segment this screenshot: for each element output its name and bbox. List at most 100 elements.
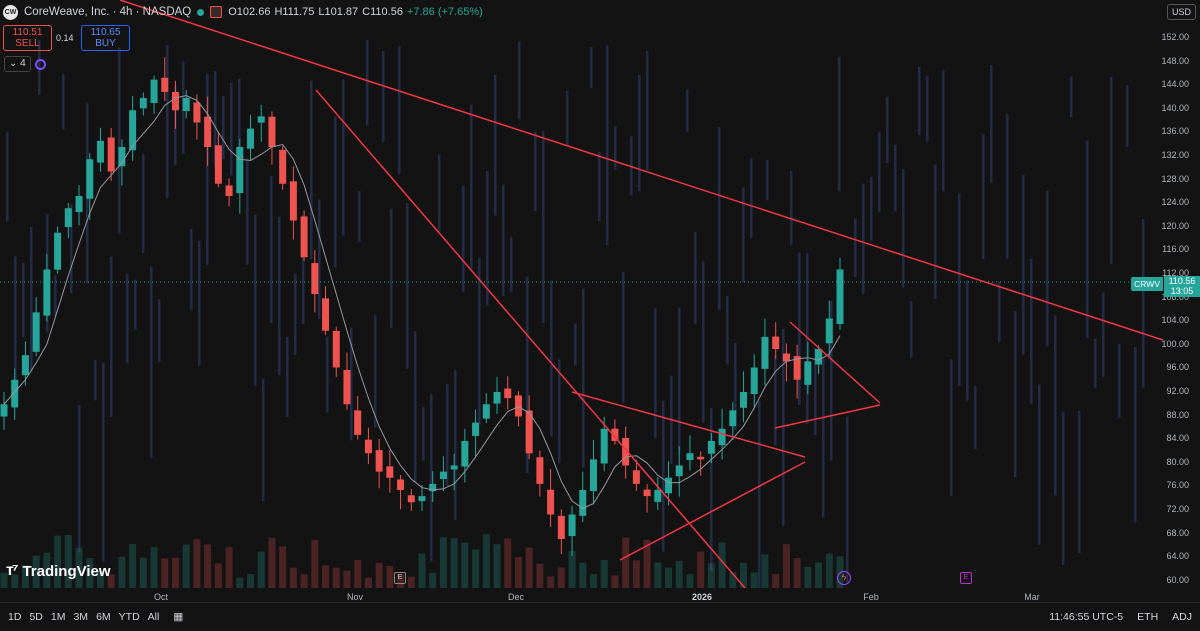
volume-bar	[268, 537, 276, 588]
overlay-bar	[742, 187, 745, 283]
candle-body	[150, 79, 158, 104]
price-chart[interactable]	[0, 0, 1163, 588]
overlay-bar	[222, 95, 225, 159]
candle-body	[289, 181, 297, 221]
time-tick: Oct	[153, 592, 169, 602]
overlay-bar	[510, 237, 513, 292]
earnings-icon[interactable]: E	[394, 572, 406, 584]
candle-body	[407, 495, 415, 503]
timeframe-3m[interactable]: 3M	[73, 611, 88, 623]
overlay-bar	[22, 262, 25, 338]
overlay-bar	[638, 75, 641, 192]
symbol-title[interactable]: CoreWeave, Inc. · 4h · NASDAQ	[24, 6, 191, 18]
overlay-bar	[478, 257, 481, 426]
candle-body	[589, 459, 597, 492]
candle-body	[804, 361, 812, 385]
volume-bar	[150, 547, 158, 588]
trendlines[interactable]	[119, 0, 1163, 588]
volume-bar	[193, 539, 201, 588]
earnings-upcoming-icon[interactable]: E	[960, 572, 972, 584]
overlay-bar	[726, 296, 729, 365]
candle-body	[75, 196, 83, 213]
overlay-bar	[198, 240, 201, 366]
ohlc-readout: O102.66 H111.75 L101.87 C110.56 +7.86 (+7.65…	[228, 6, 487, 18]
overlay-bar	[1054, 315, 1057, 496]
overlay-bar	[342, 79, 345, 236]
candle-body	[815, 349, 823, 365]
timeframe-ytd[interactable]: YTD	[119, 611, 140, 623]
timeframe-6m[interactable]: 6M	[96, 611, 111, 623]
adjust-toggle[interactable]: ADJ	[1172, 611, 1192, 623]
volume-bar	[311, 540, 319, 588]
lightning-icon[interactable]: ϟ	[837, 571, 851, 585]
candle-body	[354, 410, 362, 435]
overlay-bar	[766, 159, 769, 201]
candle-body	[322, 298, 330, 331]
timeframe-1d[interactable]: 1D	[8, 611, 21, 623]
volume-bar	[514, 556, 522, 588]
candle-body	[236, 147, 244, 194]
currency-selector[interactable]: USD	[1166, 4, 1196, 20]
volume-bar	[772, 574, 780, 588]
market-status-dot	[197, 8, 205, 16]
calendar-icon[interactable]: ▦	[173, 611, 183, 623]
tradingview-logo[interactable]: ᴛ⁷ TradingView	[6, 562, 111, 580]
flag-icon[interactable]	[210, 6, 223, 18]
clock[interactable]: 11:46:55 UTC-5	[1049, 611, 1123, 623]
candle-body	[43, 269, 51, 316]
price-tick: 116.00	[1162, 244, 1189, 255]
candle-body	[707, 441, 715, 454]
buy-button[interactable]: 110.65 BUY	[81, 25, 130, 51]
candle-body	[268, 116, 276, 147]
candle-body	[418, 496, 426, 502]
overlay-bar	[158, 299, 161, 362]
overlay-bar	[318, 199, 321, 319]
volume-bar	[161, 558, 169, 588]
sell-button[interactable]: 110.51 SELL	[3, 25, 52, 51]
candle-body	[332, 330, 340, 368]
overlay-bar	[398, 46, 401, 175]
volume-bar	[782, 544, 790, 588]
overlay-bar	[286, 336, 289, 418]
volume-bar	[343, 570, 351, 588]
indicator-settings-icon[interactable]	[34, 58, 46, 70]
trendline-descending	[315, 89, 746, 588]
overlay-bar	[422, 407, 425, 461]
candle-body	[300, 216, 308, 258]
overlay-bar	[62, 73, 65, 130]
chart-header: CW CoreWeave, Inc. · 4h · NASDAQ O102.66…	[0, 0, 487, 24]
timeframe-all[interactable]: All	[148, 611, 160, 623]
candle-body	[461, 441, 469, 467]
candle-body	[665, 477, 673, 494]
overlay-bar	[918, 66, 921, 136]
overlay-bar	[886, 96, 889, 164]
overlay-bar	[574, 323, 577, 366]
sell-label: SELL	[15, 38, 40, 49]
price-tick: 140.00	[1161, 102, 1189, 113]
overlay-bar	[910, 301, 913, 358]
overlay-bar	[374, 315, 377, 428]
candle-body	[0, 404, 8, 417]
overlay-bar	[998, 282, 1001, 343]
overlay-bar	[582, 288, 585, 468]
price-tick: 128.00	[1161, 173, 1189, 184]
overlay-bar	[862, 183, 865, 295]
candle-body	[364, 439, 372, 454]
session-toggle[interactable]: ETH	[1137, 611, 1158, 623]
bar-countdown: 13:05	[1170, 286, 1194, 296]
overlay-bar	[926, 76, 929, 142]
price-tick: 60.00	[1166, 574, 1189, 585]
change-value: +7.86 (+7.65%)	[406, 6, 483, 18]
candle-body	[193, 102, 201, 123]
overlay-bar	[1102, 292, 1105, 377]
volume-bar	[354, 559, 362, 588]
indicators-toggle[interactable]: ⌄ 4	[4, 56, 46, 72]
timeframe-5d[interactable]: 5D	[29, 611, 42, 623]
candle-body	[600, 428, 608, 464]
timeframe-1m[interactable]: 1M	[51, 611, 66, 623]
indicators-count[interactable]: ⌄ 4	[4, 56, 31, 72]
volume-bar	[697, 551, 705, 588]
price-tick: 120.00	[1161, 220, 1189, 231]
overlay-bar	[942, 69, 945, 192]
overlay-bar	[430, 393, 433, 562]
